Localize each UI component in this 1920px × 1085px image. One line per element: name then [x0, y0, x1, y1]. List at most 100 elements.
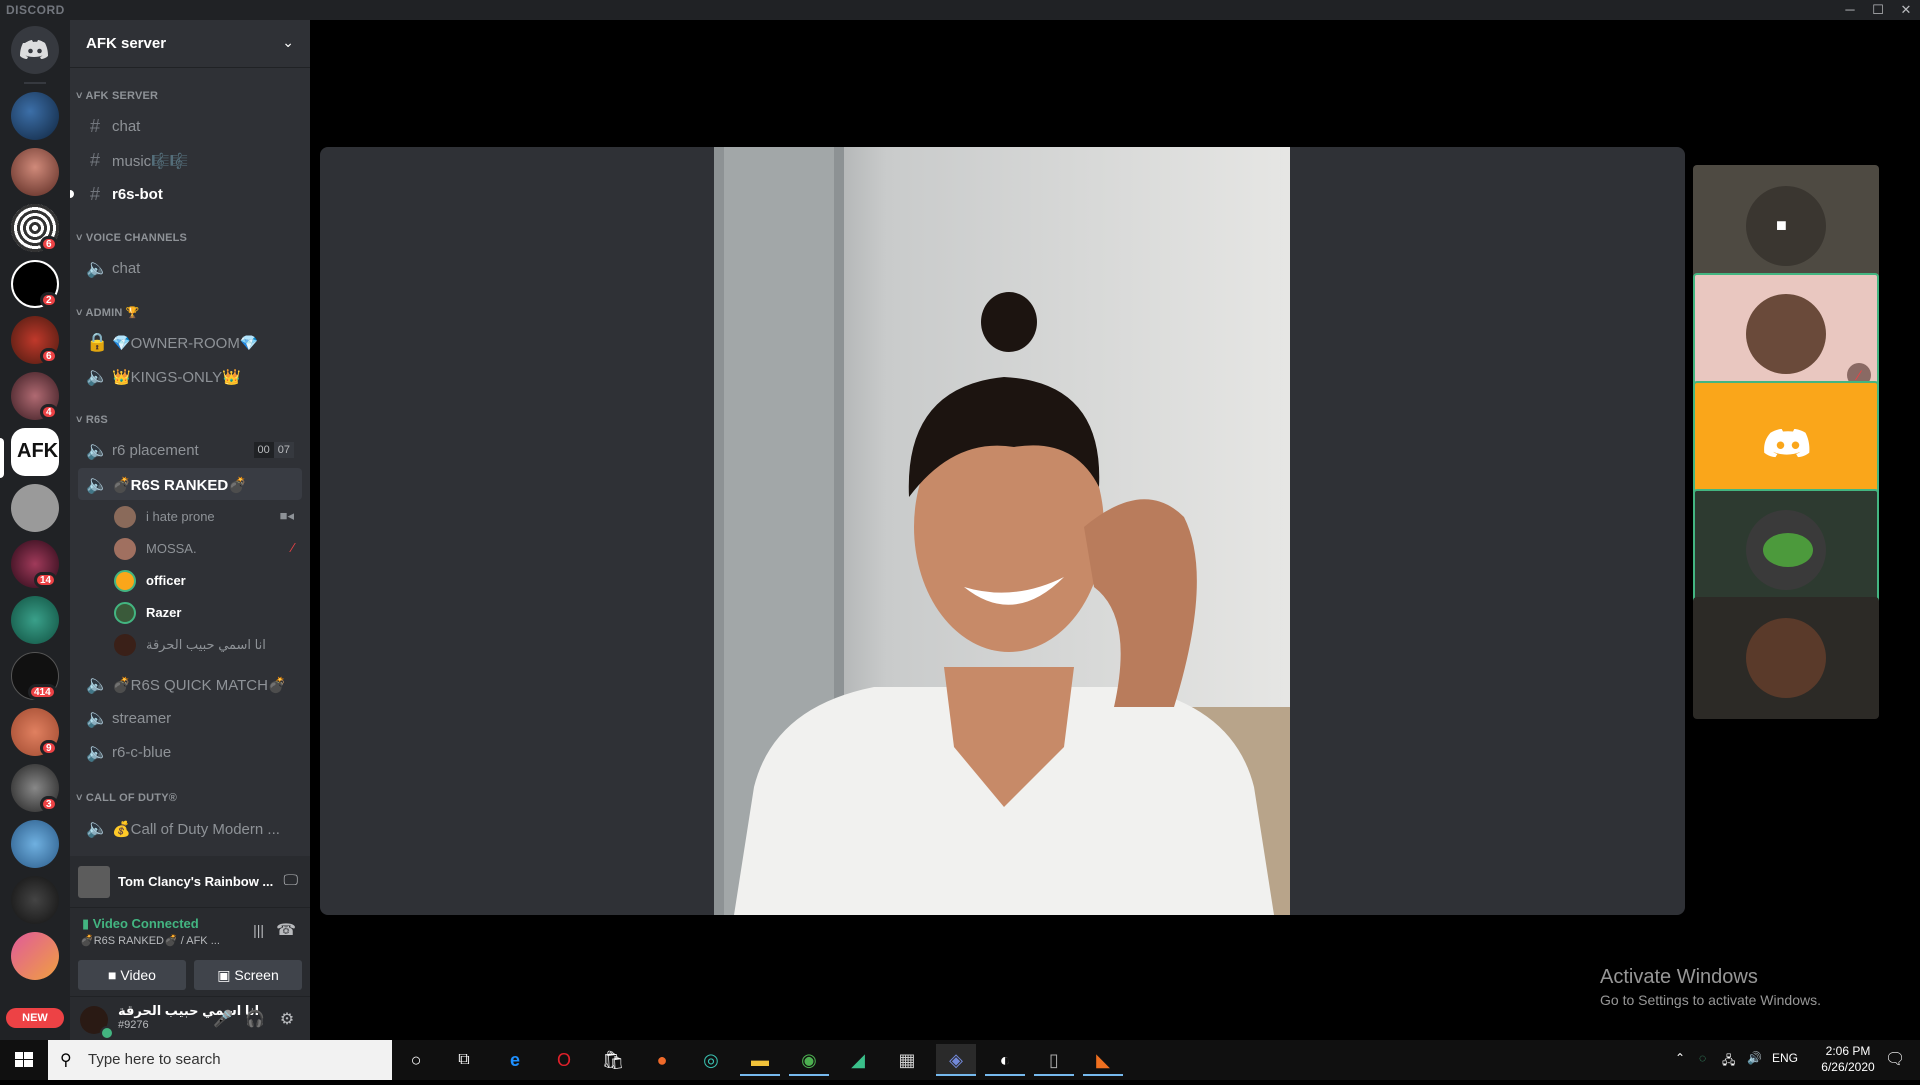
taskbar-search[interactable]: ⚲ Type here to search: [48, 1040, 392, 1080]
voice-user[interactable]: Razer: [114, 598, 302, 626]
guild-icon[interactable]: [11, 484, 59, 532]
category-admin[interactable]: ˅ ADMIN 🏆: [76, 306, 140, 319]
opera-icon[interactable]: O: [544, 1044, 584, 1076]
category-label: VOICE CHANNELS: [85, 232, 188, 244]
app-icon[interactable]: ◣: [1083, 1044, 1123, 1076]
headphones-icon[interactable]: 🎧: [244, 1009, 266, 1029]
participant-tile[interactable]: [1693, 489, 1879, 611]
participant-tile[interactable]: [1693, 381, 1879, 503]
afk-logo: AFK: [17, 440, 59, 462]
screen-share-button[interactable]: ▣ Screen: [194, 960, 302, 990]
voice-channel-cod-mw[interactable]: 🔈 💰Call of Duty Modern ...: [78, 812, 302, 844]
guild-icon[interactable]: [11, 932, 59, 980]
notifications-icon[interactable]: 🗨: [1885, 1049, 1905, 1069]
task-view-icon[interactable]: ⧉: [444, 1044, 484, 1076]
voice-user[interactable]: officer: [114, 566, 302, 594]
voice-user[interactable]: انا اسمي حبيب الحرقة: [114, 630, 302, 658]
signal-icon: ▮: [82, 916, 93, 931]
origin-icon[interactable]: ●: [642, 1044, 682, 1076]
server-header[interactable]: AFK server ⌄: [70, 20, 310, 68]
cortana-icon[interactable]: ○: [396, 1044, 436, 1076]
tray-chevron-up-icon[interactable]: ⌃: [1675, 1051, 1685, 1065]
app-brand: DISCORD: [6, 3, 65, 17]
online-status-dot: [100, 1026, 114, 1040]
minimize-button[interactable]: ─: [1836, 0, 1864, 20]
voice-user-name: Razer: [146, 605, 182, 620]
steam-icon[interactable]: ◐: [985, 1044, 1025, 1076]
system-clock[interactable]: 2:06 PM 6/26/2020: [1816, 1043, 1880, 1075]
file-explorer-icon[interactable]: ▬: [740, 1044, 780, 1076]
connected-channel[interactable]: 💣R6S RANKED💣 / AFK ...: [80, 934, 220, 947]
mention-badge: 2: [40, 292, 58, 308]
maximize-button[interactable]: ☐: [1864, 0, 1892, 20]
microphone-icon[interactable]: 🎤: [212, 1009, 234, 1029]
channel-chat[interactable]: # chat: [78, 110, 302, 142]
edge-icon[interactable]: e: [495, 1044, 535, 1076]
participant-tile[interactable]: ■: [1693, 165, 1879, 287]
username: انا اسمي حبيب الحرقة: [118, 1003, 260, 1018]
app-icon[interactable]: ◎: [691, 1044, 731, 1076]
channel-label: music🎼🎼: [112, 153, 189, 170]
gear-icon[interactable]: ⚙: [276, 1009, 298, 1029]
voice-channel-streamer[interactable]: 🔈 streamer: [78, 702, 302, 734]
channel-music[interactable]: # music🎼🎼: [78, 144, 302, 176]
video-button[interactable]: ■ Video: [78, 960, 186, 990]
mention-badge: 3: [40, 796, 58, 812]
voice-channel-kings-only[interactable]: 🔈 👑KINGS-ONLY👑: [78, 360, 302, 392]
rainbow-six-icon[interactable]: ▯: [1034, 1044, 1074, 1076]
tray-app-icon[interactable]: ◌: [1699, 1051, 1706, 1065]
guild-icon[interactable]: [11, 820, 59, 868]
soundboard-icon[interactable]: |||: [253, 922, 264, 938]
channel-r6s-bot[interactable]: # r6s-bot: [78, 178, 302, 210]
close-button[interactable]: ✕: [1892, 0, 1920, 20]
chrome-icon[interactable]: ◉: [789, 1044, 829, 1076]
game-icon: [78, 866, 110, 898]
guild-icon-afk[interactable]: AFK: [11, 428, 59, 476]
channel-label: streamer: [112, 710, 172, 727]
focused-video-stage[interactable]: [320, 147, 1685, 915]
voice-channel-owner-room[interactable]: 🔒 💎OWNER-ROOM💎: [78, 326, 302, 358]
volume-icon[interactable]: 🔊: [1747, 1051, 1762, 1065]
camera-icon: ■: [108, 967, 121, 983]
home-button[interactable]: [11, 26, 59, 74]
server-name: AFK server: [86, 35, 167, 52]
language-indicator[interactable]: ENG: [1772, 1051, 1798, 1065]
voice-user-name: officer: [146, 573, 186, 588]
voice-user[interactable]: i hate prone ■◂: [114, 502, 302, 530]
discord-logo-icon: [1764, 429, 1810, 458]
start-button[interactable]: [0, 1040, 48, 1080]
app-icon[interactable]: ◢: [838, 1044, 878, 1076]
category-voice-channels[interactable]: ˅ VOICE CHANNELS: [76, 232, 187, 244]
channel-label: 💰Call of Duty Modern ...: [112, 821, 280, 838]
guild-bar: 6 2 6 4 AFK 14 414 9 3 NEW: [0, 20, 70, 1040]
activate-windows-subtitle: Go to Settings to activate Windows.: [1600, 992, 1821, 1008]
participant-tile[interactable]: [1693, 597, 1879, 719]
voice-channel-r6-placement[interactable]: 🔈 r6 placement 00 07: [78, 434, 302, 466]
category-r6s[interactable]: ˅ R6S: [76, 414, 108, 426]
voice-user[interactable]: MOSSA. ⁄: [114, 534, 302, 562]
monitor-icon[interactable]: 🖵: [284, 872, 298, 889]
chevron-down-icon: ⌄: [282, 34, 294, 50]
clock-time: 2:06 PM: [1825, 1044, 1871, 1058]
voice-channel-r6s-quick-match[interactable]: 🔈 💣R6S QUICK MATCH💣: [78, 668, 302, 700]
discord-taskbar-icon[interactable]: ◈: [936, 1044, 976, 1076]
category-afk-server[interactable]: ˅ AFK SERVER: [76, 90, 158, 102]
new-badge[interactable]: NEW: [6, 1008, 64, 1028]
disconnect-icon[interactable]: ☎: [276, 920, 296, 940]
guild-icon[interactable]: [11, 148, 59, 196]
user-limit-counter: 00 07: [253, 442, 294, 458]
category-call-of-duty[interactable]: ˅ CALL OF DUTY®: [76, 792, 177, 804]
guild-icon[interactable]: [11, 92, 59, 140]
app-icon[interactable]: ▦: [887, 1044, 927, 1076]
guild-icon[interactable]: [11, 596, 59, 644]
guild-icon[interactable]: [11, 876, 59, 924]
voice-channel-chat[interactable]: 🔈 chat: [78, 252, 302, 284]
voice-channel-r6-c-blue[interactable]: 🔈 r6-c-blue: [78, 736, 302, 768]
network-icon[interactable]: 🖧: [1722, 1051, 1735, 1072]
speaker-icon: 🔈: [86, 366, 109, 386]
voice-user-name: MOSSA.: [146, 541, 197, 556]
voice-channel-r6s-ranked[interactable]: 🔈 💣R6S RANKED💣: [78, 468, 302, 500]
participant-tile[interactable]: ⁄: [1693, 273, 1879, 395]
focused-video-feed[interactable]: [714, 147, 1290, 915]
store-icon[interactable]: 🛍: [593, 1044, 633, 1076]
